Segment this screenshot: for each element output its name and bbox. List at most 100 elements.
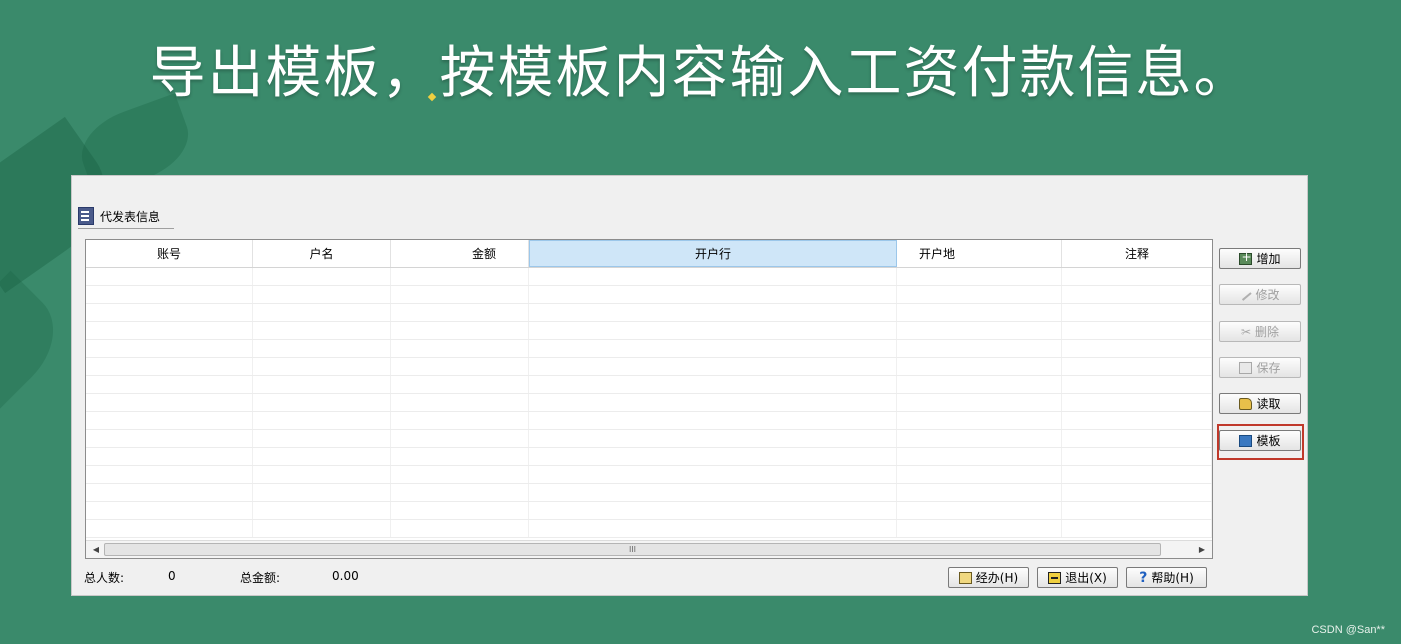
table-cell[interactable]: [253, 340, 391, 357]
table-cell[interactable]: [391, 484, 529, 501]
table-cell[interactable]: [1062, 520, 1212, 537]
table-cell[interactable]: [253, 394, 391, 411]
table-cell[interactable]: [1062, 412, 1212, 429]
grid-body[interactable]: [86, 268, 1212, 538]
table-cell[interactable]: [529, 358, 897, 375]
table-cell[interactable]: [391, 322, 529, 339]
table-cell[interactable]: [86, 502, 253, 519]
table-cell[interactable]: [1062, 286, 1212, 303]
table-cell[interactable]: [253, 268, 391, 285]
table-cell[interactable]: [253, 376, 391, 393]
table-cell[interactable]: [529, 340, 897, 357]
table-row[interactable]: [86, 484, 1212, 502]
table-row[interactable]: [86, 502, 1212, 520]
table-cell[interactable]: [529, 304, 897, 321]
table-cell[interactable]: [253, 466, 391, 483]
table-cell[interactable]: [529, 286, 897, 303]
table-cell[interactable]: [253, 484, 391, 501]
table-cell[interactable]: [86, 448, 253, 465]
table-cell[interactable]: [253, 286, 391, 303]
read-button[interactable]: 读取: [1219, 393, 1301, 414]
table-cell[interactable]: [529, 412, 897, 429]
table-cell[interactable]: [897, 484, 1062, 501]
table-cell[interactable]: [1062, 448, 1212, 465]
handle-button[interactable]: 经办(H): [948, 567, 1029, 588]
table-cell[interactable]: [1062, 340, 1212, 357]
table-cell[interactable]: [391, 520, 529, 537]
table-cell[interactable]: [529, 466, 897, 483]
table-cell[interactable]: [86, 430, 253, 447]
table-row[interactable]: [86, 430, 1212, 448]
table-cell[interactable]: [391, 340, 529, 357]
table-cell[interactable]: [529, 502, 897, 519]
table-cell[interactable]: [897, 394, 1062, 411]
table-cell[interactable]: [391, 286, 529, 303]
table-cell[interactable]: [1062, 430, 1212, 447]
table-row[interactable]: [86, 412, 1212, 430]
table-cell[interactable]: [86, 412, 253, 429]
scroll-left-arrow-icon[interactable]: ◀: [88, 541, 104, 557]
table-cell[interactable]: [897, 412, 1062, 429]
table-cell[interactable]: [391, 394, 529, 411]
table-cell[interactable]: [1062, 268, 1212, 285]
table-cell[interactable]: [897, 268, 1062, 285]
table-cell[interactable]: [1062, 322, 1212, 339]
table-cell[interactable]: [391, 430, 529, 447]
table-cell[interactable]: [897, 376, 1062, 393]
table-cell[interactable]: [86, 484, 253, 501]
column-header-name[interactable]: 户名: [253, 240, 391, 267]
table-cell[interactable]: [253, 520, 391, 537]
table-cell[interactable]: [897, 322, 1062, 339]
table-cell[interactable]: [897, 286, 1062, 303]
table-cell[interactable]: [86, 466, 253, 483]
table-row[interactable]: [86, 268, 1212, 286]
table-cell[interactable]: [897, 448, 1062, 465]
table-cell[interactable]: [253, 358, 391, 375]
table-cell[interactable]: [529, 484, 897, 501]
table-cell[interactable]: [253, 502, 391, 519]
table-cell[interactable]: [253, 304, 391, 321]
table-cell[interactable]: [391, 502, 529, 519]
table-row[interactable]: [86, 520, 1212, 538]
table-cell[interactable]: [1062, 394, 1212, 411]
horizontal-scrollbar[interactable]: ◀ III ▶: [86, 540, 1212, 558]
table-row[interactable]: [86, 358, 1212, 376]
table-cell[interactable]: [1062, 466, 1212, 483]
table-row[interactable]: [86, 376, 1212, 394]
column-header-note[interactable]: 注释: [1062, 240, 1212, 267]
table-cell[interactable]: [529, 520, 897, 537]
table-cell[interactable]: [897, 358, 1062, 375]
table-cell[interactable]: [529, 394, 897, 411]
scroll-thumb[interactable]: III: [104, 543, 1161, 556]
column-header-bank[interactable]: 开户行: [529, 240, 897, 267]
table-cell[interactable]: [253, 322, 391, 339]
table-cell[interactable]: [1062, 358, 1212, 375]
table-cell[interactable]: [529, 448, 897, 465]
table-cell[interactable]: [253, 412, 391, 429]
exit-button[interactable]: 退出(X): [1037, 567, 1118, 588]
table-row[interactable]: [86, 286, 1212, 304]
table-cell[interactable]: [86, 322, 253, 339]
save-button[interactable]: 保存: [1219, 357, 1301, 378]
table-cell[interactable]: [86, 304, 253, 321]
table-cell[interactable]: [86, 340, 253, 357]
table-row[interactable]: [86, 340, 1212, 358]
table-cell[interactable]: [86, 268, 253, 285]
table-cell[interactable]: [897, 520, 1062, 537]
table-cell[interactable]: [897, 430, 1062, 447]
column-header-account[interactable]: 账号: [86, 240, 253, 267]
table-cell[interactable]: [529, 376, 897, 393]
table-cell[interactable]: [897, 502, 1062, 519]
add-button[interactable]: 增加: [1219, 248, 1301, 269]
column-header-location[interactable]: 开户地: [897, 240, 1062, 267]
data-grid[interactable]: 账号 户名 金额 开户行 开户地 注释 ◀ III ▶: [85, 239, 1213, 559]
table-cell[interactable]: [391, 412, 529, 429]
table-cell[interactable]: [391, 376, 529, 393]
table-cell[interactable]: [897, 340, 1062, 357]
table-row[interactable]: [86, 322, 1212, 340]
table-cell[interactable]: [253, 430, 391, 447]
table-cell[interactable]: [86, 520, 253, 537]
column-header-amount[interactable]: 金额: [391, 240, 529, 267]
table-cell[interactable]: [86, 358, 253, 375]
table-cell[interactable]: [86, 286, 253, 303]
